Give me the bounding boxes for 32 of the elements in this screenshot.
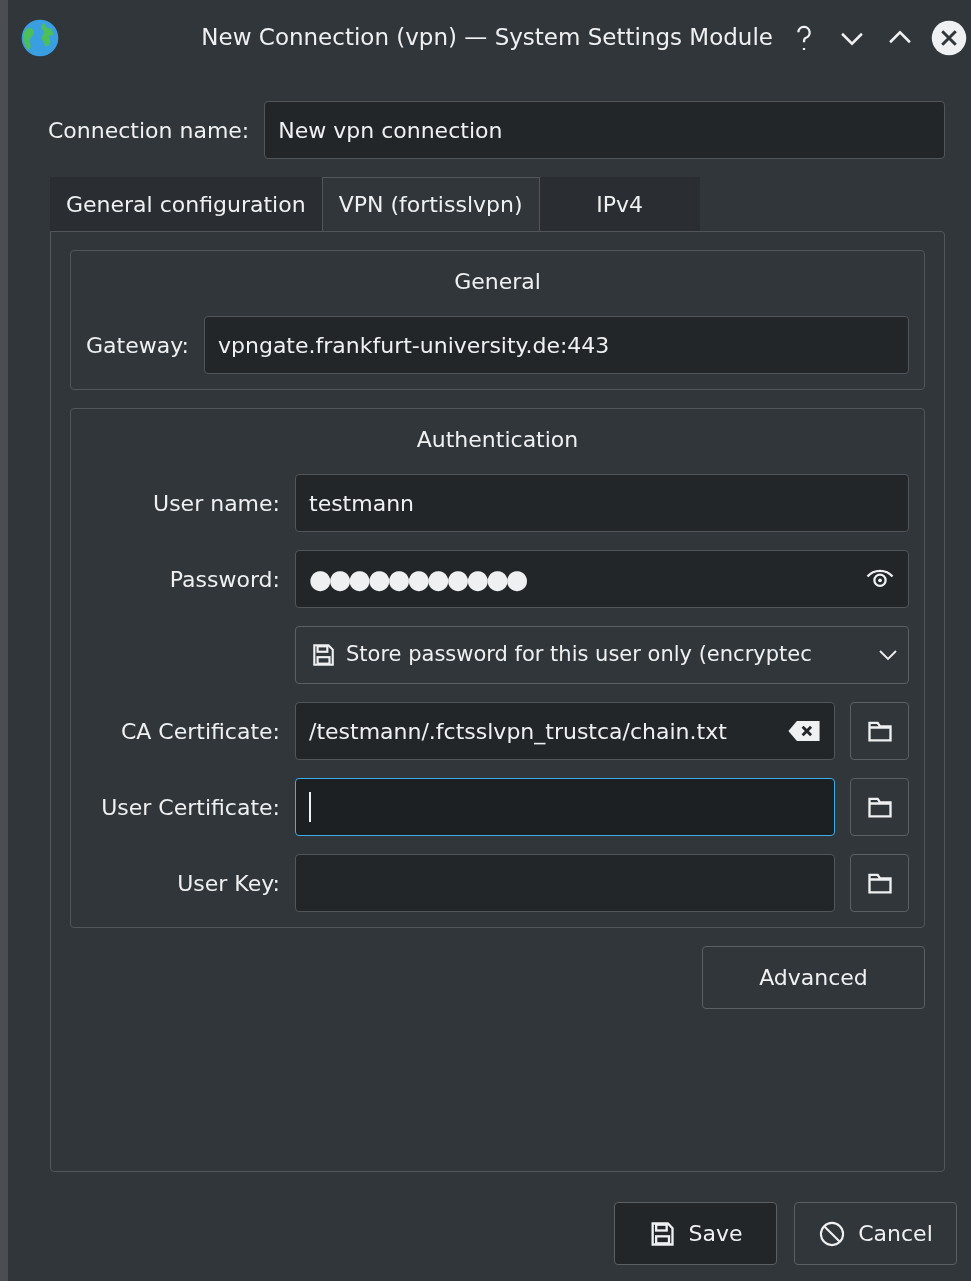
tab[interactable]: General configuration: [50, 177, 322, 231]
floppy-icon: [310, 642, 336, 668]
gateway-field[interactable]: vpngate.frankfurt-university.de:443: [204, 316, 909, 374]
advanced-button[interactable]: Advanced: [702, 946, 925, 1009]
password-field[interactable]: ●●●●●●●●●●●: [295, 550, 909, 608]
window-title: New Connection (vpn) — System Settings Module: [200, 23, 774, 53]
field-label: Connection name:: [48, 116, 250, 145]
browse-button[interactable]: [850, 854, 909, 912]
field-label: User Certificate:: [100, 793, 280, 822]
file-path-field[interactable]: /testmann/.fctsslvpn_trustca/chain.txt: [295, 702, 835, 760]
close-icon[interactable]: [931, 19, 967, 56]
globe-icon: [20, 17, 60, 58]
field-label: User Key:: [176, 869, 280, 898]
field-label: User name:: [152, 489, 280, 518]
cancel-button[interactable]: Cancel: [794, 1202, 957, 1265]
text-cursor: [309, 792, 311, 822]
group-title: Authentication: [415, 426, 580, 454]
input-field[interactable]: testmann: [295, 474, 909, 532]
file-path-field[interactable]: [295, 854, 835, 912]
tab[interactable]: VPN (fortisslvpn): [321, 177, 540, 231]
cancel-icon: [818, 1219, 847, 1248]
save-button[interactable]: Save: [614, 1202, 777, 1265]
tab[interactable]: IPv4: [539, 177, 700, 231]
browse-button[interactable]: [850, 702, 909, 760]
browse-button[interactable]: [850, 778, 909, 836]
file-path-field[interactable]: [295, 778, 835, 836]
field-label: Gateway:: [86, 331, 189, 360]
group-title: General: [453, 268, 542, 296]
name-field[interactable]: New vpn connection: [264, 101, 945, 159]
field-label: Password:: [168, 565, 280, 594]
password-storage-dropdown[interactable]: Store password for this user only (encryptec: [295, 626, 909, 684]
field-label: CA Certificate:: [119, 717, 280, 746]
